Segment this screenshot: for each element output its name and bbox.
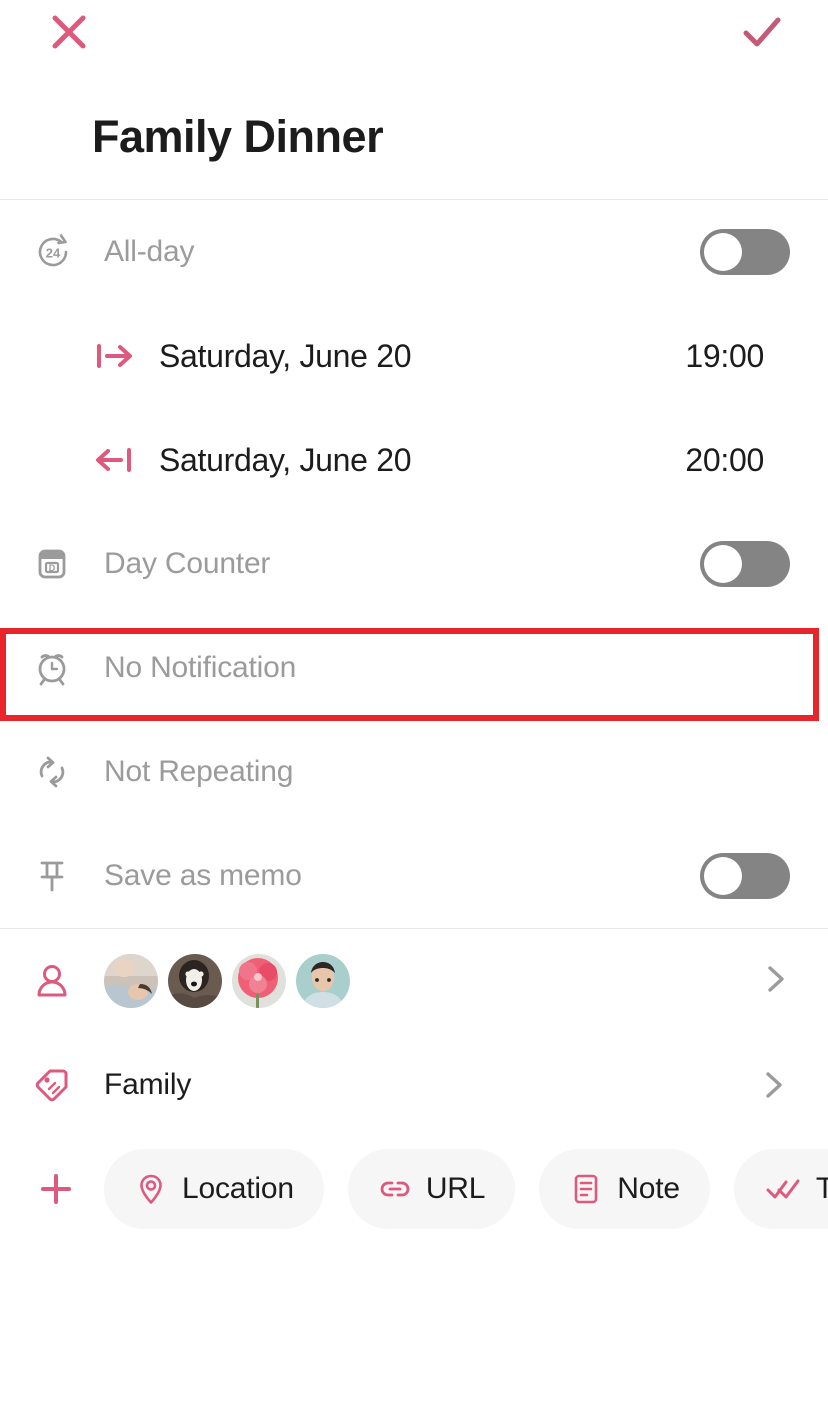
row-label-category: Family bbox=[104, 1068, 192, 1101]
row-repeat[interactable]: Not Repeating bbox=[0, 720, 828, 824]
row-label-notification: No Notification bbox=[104, 651, 297, 684]
attachment-chips: Location URL Note T bbox=[104, 1149, 828, 1229]
svg-text:24: 24 bbox=[46, 246, 61, 261]
chip-url[interactable]: URL bbox=[347, 1149, 516, 1229]
row-all-day[interactable]: 24 All-day bbox=[0, 200, 828, 304]
add-attachment-button[interactable] bbox=[30, 1169, 82, 1209]
24-hours-icon: 24 bbox=[30, 229, 82, 275]
row-participants[interactable] bbox=[0, 929, 828, 1033]
row-start-time[interactable]: Saturday, June 20 19:00 bbox=[0, 304, 828, 408]
double-check-icon bbox=[766, 1179, 800, 1199]
avatar[interactable] bbox=[296, 954, 350, 1008]
avatar[interactable] bbox=[168, 954, 222, 1008]
attachment-chips-row: Location URL Note T bbox=[0, 1137, 828, 1241]
row-save-as-memo[interactable]: Save as memo bbox=[0, 824, 828, 928]
toggle-knob bbox=[704, 233, 742, 271]
repeat-icon bbox=[30, 750, 82, 794]
plus-icon bbox=[41, 1174, 71, 1204]
chip-location[interactable]: Location bbox=[104, 1149, 324, 1229]
chip-note[interactable]: Note bbox=[539, 1149, 710, 1229]
avatar[interactable] bbox=[232, 954, 286, 1008]
participant-avatars[interactable] bbox=[104, 954, 350, 1008]
category-chevron[interactable] bbox=[756, 1068, 790, 1102]
all-day-toggle[interactable] bbox=[700, 229, 790, 275]
chip-label: To-Do List bbox=[815, 1172, 828, 1205]
save-as-memo-toggle[interactable] bbox=[700, 853, 790, 899]
event-title-section[interactable]: Family Dinner bbox=[0, 62, 828, 199]
end-date-value: Saturday, June 20 bbox=[159, 441, 412, 478]
event-editor-screen: Family Dinner 24 All-day Saturday, June … bbox=[0, 0, 828, 1410]
chip-label: Note bbox=[617, 1172, 680, 1205]
row-category[interactable]: Family bbox=[0, 1033, 828, 1137]
row-notification[interactable]: No Notification bbox=[0, 616, 828, 720]
close-icon bbox=[52, 15, 86, 49]
check-icon bbox=[743, 17, 781, 47]
confirm-button[interactable] bbox=[734, 4, 790, 60]
chip-todo-list[interactable]: To-Do List bbox=[733, 1149, 828, 1229]
day-counter-icon: D bbox=[30, 542, 82, 586]
end-time-value[interactable]: 20:00 bbox=[685, 442, 764, 479]
avatar[interactable] bbox=[104, 954, 158, 1008]
row-end-time[interactable]: Saturday, June 20 20:00 bbox=[0, 408, 828, 512]
alarm-clock-icon bbox=[30, 646, 82, 690]
toggle-track bbox=[700, 541, 790, 587]
pin-icon bbox=[30, 854, 82, 898]
top-bar bbox=[0, 0, 828, 62]
start-date-value: Saturday, June 20 bbox=[159, 337, 412, 374]
chip-label: URL bbox=[425, 1172, 486, 1205]
toggle-knob bbox=[704, 857, 742, 895]
row-label-day-counter: Day Counter bbox=[104, 547, 271, 580]
start-time-value[interactable]: 19:00 bbox=[685, 338, 764, 375]
toggle-track bbox=[700, 853, 790, 899]
day-counter-toggle[interactable] bbox=[700, 541, 790, 587]
note-icon bbox=[574, 1174, 598, 1204]
person-icon bbox=[30, 959, 82, 1003]
arrow-left-to-bar-icon bbox=[95, 443, 141, 477]
chevron-right-icon bbox=[768, 965, 784, 992]
row-label-all-day: All-day bbox=[104, 235, 195, 268]
arrow-right-to-bar-icon bbox=[95, 339, 141, 373]
toggle-track bbox=[700, 229, 790, 275]
row-label-repeat: Not Repeating bbox=[104, 755, 294, 788]
location-pin-icon bbox=[140, 1174, 162, 1204]
page-title: Family Dinner bbox=[92, 111, 384, 162]
row-day-counter[interactable]: D Day Counter bbox=[0, 512, 828, 616]
chip-label: Location bbox=[182, 1172, 294, 1205]
svg-text:D: D bbox=[49, 563, 56, 573]
chevron-right-icon bbox=[766, 1072, 782, 1098]
participants-chevron[interactable] bbox=[758, 962, 792, 1001]
close-button[interactable] bbox=[43, 6, 95, 58]
link-icon bbox=[380, 1181, 410, 1197]
toggle-knob bbox=[704, 545, 742, 583]
row-label-save-as-memo: Save as memo bbox=[104, 859, 302, 892]
tag-icon bbox=[30, 1063, 82, 1107]
